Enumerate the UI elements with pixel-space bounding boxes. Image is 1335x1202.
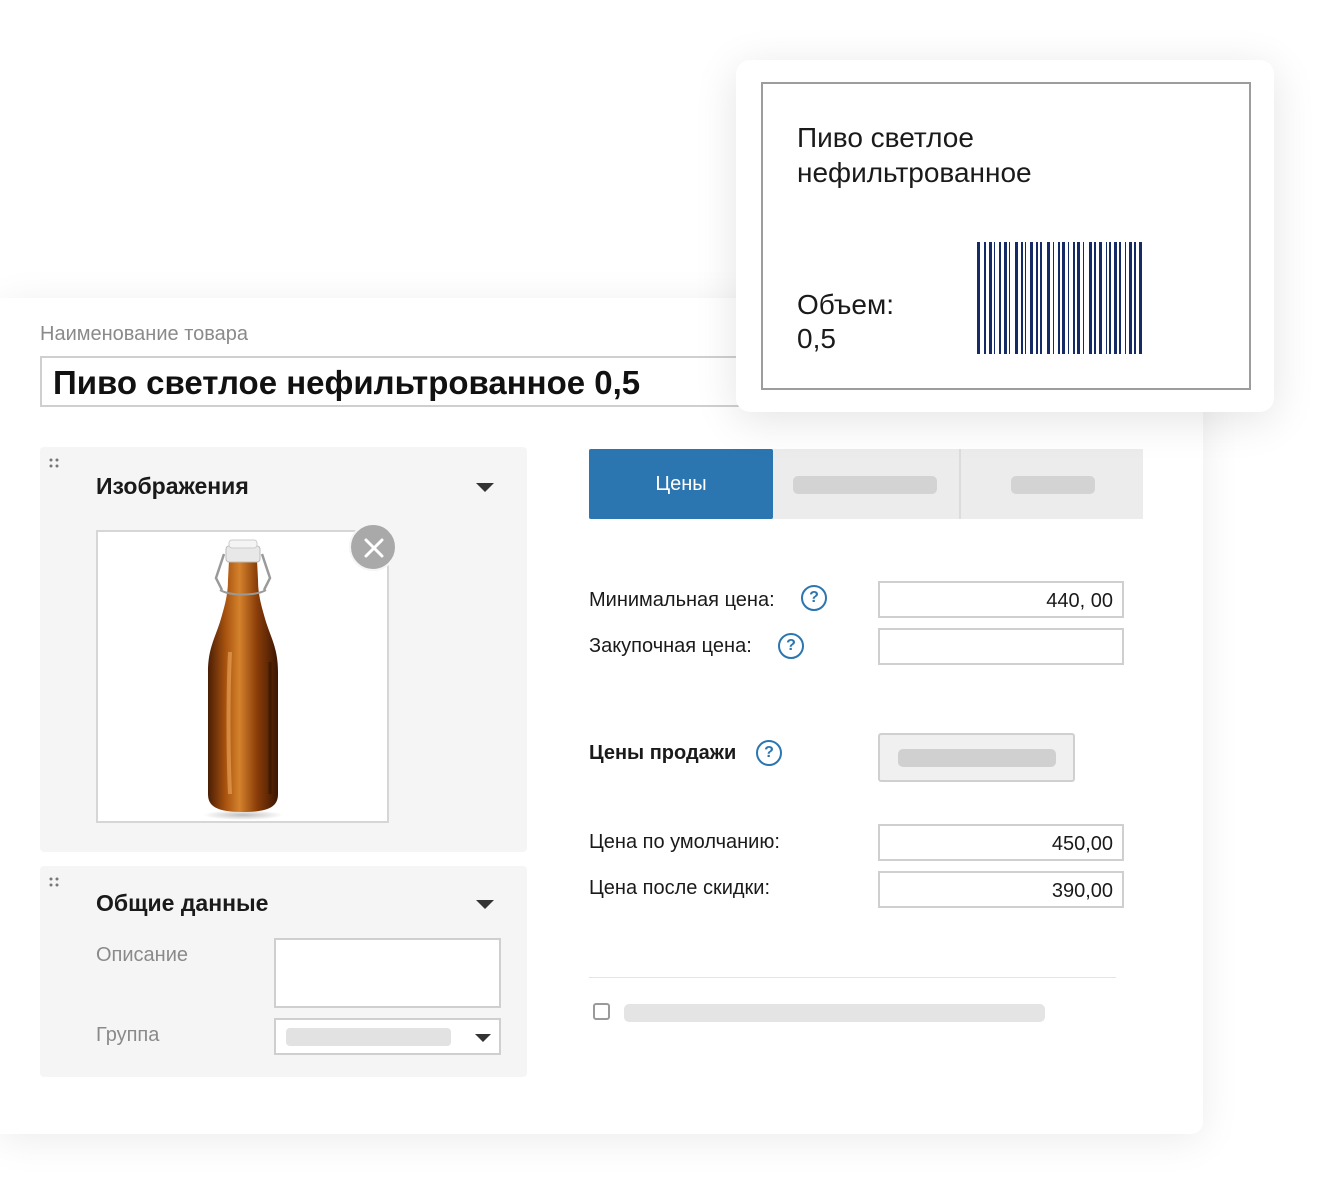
- checkbox-label-placeholder: [624, 1004, 1045, 1022]
- button-placeholder: [898, 749, 1056, 767]
- purchase-price-label: Закупочная цена:: [589, 635, 752, 657]
- general-panel-title: Общие данные: [96, 890, 269, 916]
- barcode-bar: [1062, 242, 1065, 354]
- barcode-bar: [1058, 242, 1060, 354]
- barcode-bar: [994, 242, 995, 354]
- description-input[interactable]: [274, 938, 501, 1008]
- barcode-bar: [1053, 242, 1054, 354]
- discount-price-label: Цена после скидки:: [589, 877, 771, 899]
- barcode-bar: [1040, 242, 1042, 354]
- tab-placeholder: [1011, 476, 1095, 494]
- price-label-preview: Пиво светлое нефильтрованное Объем: 0,5: [761, 82, 1251, 390]
- images-panel: Изображения: [40, 447, 527, 852]
- sale-prices-heading: Цены продажи: [589, 742, 737, 764]
- drag-handle-icon[interactable]: [48, 876, 60, 888]
- default-price-label: Цена по умолчанию:: [589, 831, 780, 853]
- group-select[interactable]: [274, 1018, 501, 1055]
- barcode-bar: [1068, 242, 1069, 354]
- description-label: Описание: [96, 944, 189, 966]
- barcode-bar: [1114, 242, 1117, 354]
- barcode-bar: [1119, 242, 1121, 354]
- group-select-placeholder: [286, 1028, 451, 1046]
- barcode-bar: [1025, 242, 1026, 354]
- barcode-bar: [999, 242, 1001, 354]
- barcode-bar: [1089, 242, 1092, 354]
- barcode-bar: [1134, 242, 1136, 354]
- barcode-bar: [1004, 242, 1007, 354]
- barcode-bar: [1021, 242, 1023, 354]
- help-icon[interactable]: ?: [778, 633, 804, 659]
- barcode-bar: [989, 242, 992, 354]
- general-data-panel: Общие данные Описание Группа: [40, 866, 527, 1077]
- barcode-bar: [1077, 242, 1080, 354]
- label-product-title: Пиво светлое нефильтрованное: [797, 122, 1032, 188]
- barcode-bar: [1125, 242, 1126, 354]
- images-panel-title: Изображения: [96, 473, 249, 499]
- tab-prices[interactable]: Цены: [589, 449, 773, 519]
- barcode-bar: [1129, 242, 1132, 354]
- barcode-bar: [1083, 242, 1084, 354]
- label-volume: Объем: 0,5: [797, 288, 894, 356]
- barcode-bar: [1106, 242, 1107, 354]
- price-tabs: Цены: [589, 449, 1143, 519]
- barcode-bar: [1099, 242, 1102, 354]
- barcode-bar: [1030, 242, 1033, 354]
- barcode-bar: [984, 242, 986, 354]
- divider: [589, 977, 1116, 978]
- close-icon: [364, 538, 384, 558]
- help-icon[interactable]: ?: [801, 585, 827, 611]
- tab-second[interactable]: [773, 449, 958, 519]
- default-price-input[interactable]: 450,00: [878, 824, 1124, 861]
- chevron-down-icon[interactable]: [476, 900, 494, 909]
- product-name-input[interactable]: Пиво светлое нефильтрованное 0,5: [40, 356, 780, 407]
- barcode-bar: [1139, 242, 1142, 354]
- drag-handle-icon[interactable]: [48, 457, 60, 469]
- label-preview-card: Пиво светлое нефильтрованное Объем: 0,5: [736, 60, 1274, 412]
- barcode-bar: [1094, 242, 1096, 354]
- product-image: [96, 530, 389, 823]
- min-price-input[interactable]: 440, 00: [878, 581, 1124, 618]
- tab-third[interactable]: [959, 449, 1143, 519]
- discount-price-input[interactable]: 390,00: [878, 871, 1124, 908]
- barcode-bar: [977, 242, 980, 354]
- purchase-price-input[interactable]: [878, 628, 1124, 665]
- barcode-bar: [1109, 242, 1111, 354]
- label-volume-caption: Объем:: [797, 289, 894, 320]
- chevron-down-icon[interactable]: [476, 483, 494, 492]
- group-label: Группа: [96, 1024, 160, 1046]
- barcode-bar: [1073, 242, 1075, 354]
- beer-bottle-image: [203, 539, 283, 820]
- barcode-bar: [1015, 242, 1018, 354]
- label-volume-value: 0,5: [797, 323, 836, 354]
- barcode-bar: [1036, 242, 1038, 354]
- min-price-label: Минимальная цена:: [589, 589, 775, 611]
- barcode-bar: [1047, 242, 1050, 354]
- barcode-icon: [977, 242, 1142, 354]
- help-icon[interactable]: ?: [756, 740, 782, 766]
- barcode-bar: [1009, 242, 1010, 354]
- option-checkbox[interactable]: [593, 1003, 610, 1020]
- remove-image-button[interactable]: [349, 523, 397, 571]
- tab-placeholder: [793, 476, 937, 494]
- sale-prices-button[interactable]: [878, 733, 1075, 782]
- chevron-down-icon: [475, 1034, 491, 1042]
- product-name-label: Наименование товара: [40, 323, 249, 345]
